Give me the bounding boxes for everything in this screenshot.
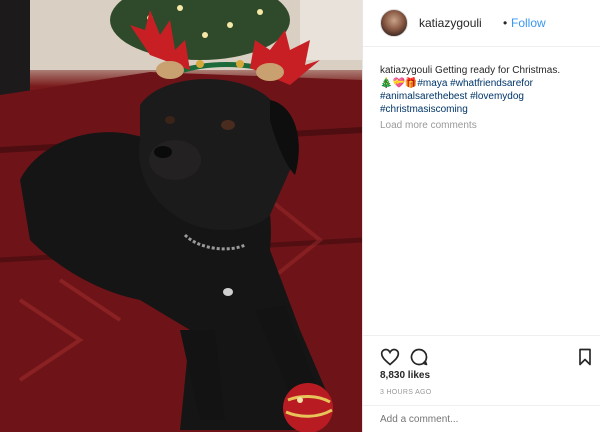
avatar[interactable] [380,9,408,37]
bookmark-icon[interactable] [575,347,595,367]
hashtag-link[interactable]: #lovemydog [470,91,524,102]
hashtag-link[interactable]: #maya [417,78,447,89]
comment-bar [363,405,600,433]
post-side-panel: katiazygouli • Follow katiazygouli Getti… [363,0,600,432]
heart-icon[interactable] [380,347,400,367]
follow-button[interactable]: Follow [511,16,546,30]
header-username[interactable]: katiazygouli [419,16,482,30]
hashtag-link[interactable]: #christmasiscoming [380,104,468,115]
post-actions [363,335,600,396]
load-more-comments-link[interactable]: Load more comments [380,120,477,131]
dog-photo-illustration [0,0,362,432]
likes-count[interactable]: 8,830 likes [380,370,430,381]
comment-icon[interactable] [409,347,429,367]
post-header: katiazygouli • Follow [363,0,600,47]
add-comment-input[interactable] [380,414,580,425]
caption-emoji: 🎄💝🎁 [380,78,418,89]
post-photo[interactable] [0,0,362,432]
hashtag-link[interactable]: #animalsarethebest [380,91,467,102]
caption-text: Getting ready for Christmas. [435,65,561,76]
header-separator: • [503,16,508,30]
instagram-post: katiazygouli • Follow katiazygouli Getti… [0,0,600,432]
post-caption: katiazygouli Getting ready for Christmas… [380,64,590,116]
caption-username[interactable]: katiazygouli [380,65,432,76]
hashtag-link[interactable]: #whatfriendsarefor [450,78,533,89]
post-timestamp: 3 HOURS AGO [380,389,432,396]
